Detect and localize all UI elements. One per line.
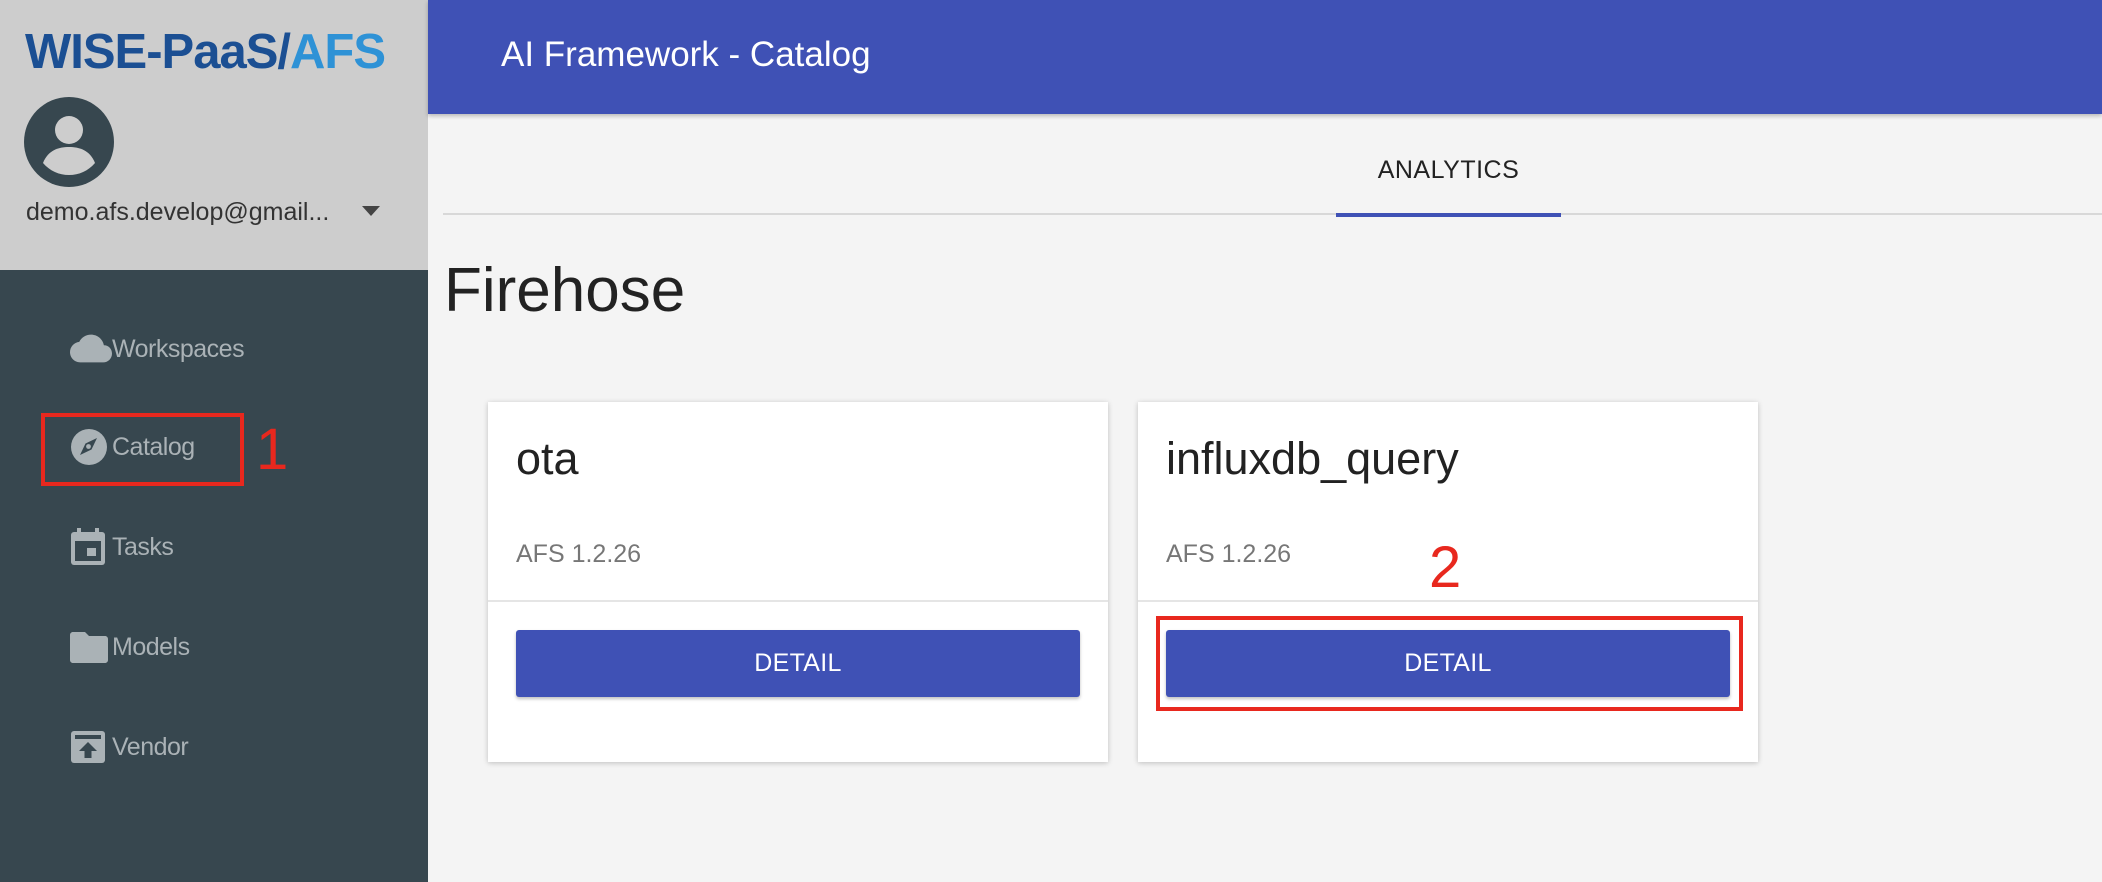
avatar[interactable] bbox=[24, 97, 114, 187]
page-title: AI Framework - Catalog bbox=[501, 35, 871, 74]
app-header: AI Framework - Catalog bbox=[428, 0, 2102, 114]
annotation-box-step-2 bbox=[1156, 616, 1743, 711]
user-email: demo.afs.develop@gmail... bbox=[26, 198, 330, 226]
sidebar-item-models[interactable]: Models bbox=[70, 627, 190, 667]
sidebar-item-tasks[interactable]: Tasks bbox=[70, 527, 174, 567]
section-title: Firehose bbox=[444, 256, 686, 325]
active-tab-indicator bbox=[1336, 213, 1561, 217]
card-title: influxdb_query bbox=[1166, 433, 1459, 484]
archive-upload-icon bbox=[70, 727, 112, 767]
logo-text-primary: WISE-PaaS/ bbox=[25, 25, 291, 79]
sidebar-item-label: Models bbox=[112, 632, 190, 661]
annotation-number-1: 1 bbox=[256, 417, 289, 482]
chevron-down-icon bbox=[362, 206, 380, 216]
tab-label: ANALYTICS bbox=[1377, 156, 1520, 184]
card-version: AFS 1.2.26 bbox=[516, 540, 642, 568]
card-title: ota bbox=[516, 433, 579, 484]
detail-button[interactable]: DETAIL bbox=[516, 630, 1080, 697]
profile-panel: WISE-PaaS/AFS demo.afs.develop@gmail... bbox=[0, 0, 428, 270]
annotation-number-2: 2 bbox=[1429, 535, 1462, 600]
annotation-box-step-1 bbox=[41, 413, 244, 486]
cloud-icon bbox=[70, 329, 112, 369]
sidebar-item-label: Tasks bbox=[112, 532, 174, 561]
folder-icon bbox=[70, 627, 112, 667]
tab-analytics[interactable]: ANALYTICS bbox=[1336, 114, 1561, 217]
logo-text-accent: AFS bbox=[290, 25, 386, 79]
account-circle-icon bbox=[24, 97, 114, 187]
user-menu[interactable]: demo.afs.develop@gmail... bbox=[26, 196, 396, 228]
tab-bar: ANALYTICS bbox=[443, 114, 2102, 217]
sidebar-item-vendor[interactable]: Vendor bbox=[70, 727, 189, 767]
card-divider bbox=[1138, 600, 1758, 602]
sidebar-item-label: Vendor bbox=[112, 732, 189, 761]
card-divider bbox=[488, 600, 1108, 602]
sidebar-item-workspaces[interactable]: Workspaces bbox=[70, 329, 245, 369]
sidebar-item-label: Workspaces bbox=[112, 334, 245, 363]
app-logo: WISE-PaaS/AFS bbox=[25, 24, 386, 80]
calendar-icon bbox=[70, 527, 112, 567]
card-version: AFS 1.2.26 bbox=[1166, 540, 1292, 568]
catalog-card: ota AFS 1.2.26 DETAIL bbox=[488, 402, 1108, 762]
sidebar: WISE-PaaS/AFS demo.afs.develop@gmail... … bbox=[0, 0, 428, 882]
